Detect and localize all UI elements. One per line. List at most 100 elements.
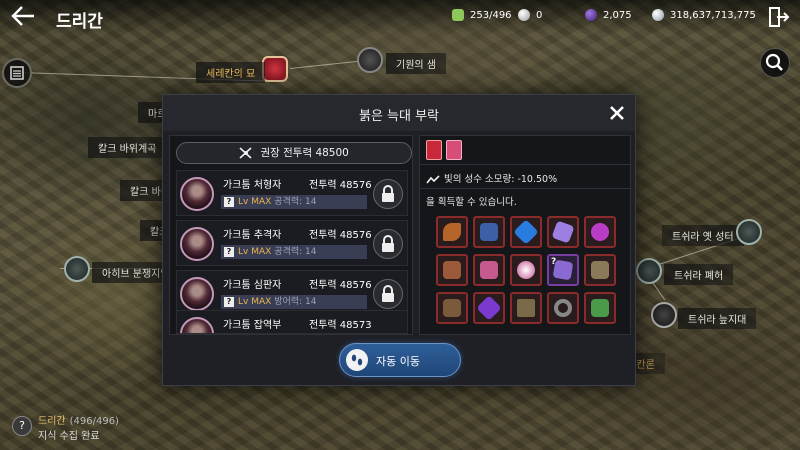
amethyst-icon[interactable] <box>473 292 505 324</box>
boss-stat: ? Lv MAX 방어력: 14 <box>221 295 367 309</box>
divider <box>420 188 630 189</box>
boss-name: 가크툼 추격자 <box>223 230 282 241</box>
lock-icon <box>382 285 394 302</box>
boss-portrait <box>180 227 214 261</box>
auto-move-label: 자동 이동 <box>376 355 420 368</box>
boss-name: 가크툼 심판자 <box>223 280 282 291</box>
boss-power: 전투력 48576 <box>309 180 372 191</box>
black-stone-icon <box>585 9 597 21</box>
crystal-shards-icon[interactable] <box>547 216 579 248</box>
tshira-old-tower-label[interactable]: 트쉬라 옛 성터 <box>662 225 744 246</box>
boss-power: 전투력 48573 <box>309 320 372 331</box>
gift-box-icon[interactable] <box>584 292 616 324</box>
tshira-ruins-label[interactable]: 트쉬라 폐허 <box>664 264 734 285</box>
glowing-orb-icon[interactable] <box>510 254 542 286</box>
search-icon <box>765 53 783 71</box>
lock-button[interactable] <box>373 179 403 209</box>
black-stone-value: 2,075 <box>603 9 632 21</box>
reward-panel: 빛의 성수 소모량: -10.50% 을 획득할 수 있습니다. ? <box>419 135 631 335</box>
reward-grid: ? <box>436 216 620 324</box>
status-count: (496/496) <box>69 416 119 427</box>
exit-door-icon[interactable] <box>768 6 790 28</box>
boss-list-panel[interactable]: 권장 전투력 48500 가크툼 처형자 전투력 48576 ? Lv MAX 공격… <box>169 135 413 335</box>
tshira-old-tower-node[interactable] <box>736 219 762 245</box>
black-stone-counter: 2,075 <box>585 9 632 21</box>
wooden-chest-icon[interactable] <box>436 292 468 324</box>
boss-name: 가크툼 처형자 <box>223 180 282 191</box>
pearl-value: 0 <box>536 9 543 21</box>
status-region: 드리간 (496/496) <box>38 412 119 427</box>
region-info-dialog: 붉은 늑대 부락 권장 전투력 48500 가크툼 처형자 전투력 48576 … <box>162 94 636 386</box>
pink-gem-box-icon[interactable] <box>473 254 505 286</box>
purple-flame-icon[interactable] <box>584 216 616 248</box>
kalk-valley-label[interactable]: 칼크 바위계곡 <box>88 137 167 158</box>
knowledge-value: 253/496 <box>470 9 512 21</box>
boss-row[interactable]: 가크툼 추격자 전투력 48576 ? Lv MAX 공격력: 14 <box>176 220 408 266</box>
arrow-left-icon[interactable] <box>10 4 40 30</box>
region-title: 드리간 <box>56 12 103 32</box>
boss-stat: ? Lv MAX 공격력: 14 <box>221 245 367 259</box>
boss-level: Lv MAX <box>238 297 272 307</box>
pearl-counter: 0 <box>518 9 542 21</box>
wolf-crest-icon <box>446 140 462 160</box>
tshira-swamp-label[interactable]: 트쉬라 늪지대 <box>678 308 757 329</box>
holy-water-icon <box>426 174 440 183</box>
info-icon: ? <box>224 297 234 307</box>
blue-crystal-icon[interactable] <box>510 216 542 248</box>
boss-level: Lv MAX <box>238 247 272 257</box>
map-menu-button[interactable] <box>2 58 32 88</box>
wolf-emblem-icon <box>426 140 442 160</box>
silver-counter: 318,637,713,775 <box>652 9 756 21</box>
horn-icon[interactable] <box>436 216 468 248</box>
rune-stone-icon[interactable] <box>510 292 542 324</box>
boss-stat: ? Lv MAX 공격력: 14 <box>221 195 367 209</box>
treasure-chest-icon[interactable] <box>436 254 468 286</box>
help-icon[interactable]: ? <box>12 416 32 436</box>
serekan-tomb-node[interactable] <box>262 56 288 82</box>
prayer-spring-label[interactable]: 기원의 샘 <box>386 53 446 74</box>
tshira-swamp-node[interactable] <box>651 302 677 328</box>
lock-button[interactable] <box>373 279 403 309</box>
ornate-box-icon[interactable] <box>584 254 616 286</box>
chest-blue-icon[interactable] <box>473 216 505 248</box>
acquire-text: 을 획득할 수 있습니다. <box>426 197 517 208</box>
ahib-outpost-node[interactable] <box>64 256 90 282</box>
ring-icon[interactable] <box>547 292 579 324</box>
knowledge-icon <box>452 9 464 21</box>
boss-portrait <box>180 317 214 333</box>
serekan-tomb-label[interactable]: 세레칸의 묘 <box>196 62 266 83</box>
silver-value: 318,637,713,775 <box>670 9 756 21</box>
mystery-scroll-icon[interactable]: ? <box>547 254 579 286</box>
info-icon: ? <box>224 247 234 257</box>
auto-move-button[interactable]: 자동 이동 <box>339 343 461 377</box>
info-icon: ? <box>224 197 234 207</box>
crossed-swords-icon <box>239 147 252 159</box>
silver-icon <box>652 9 664 21</box>
holy-water-consumption: 빛의 성수 소모량: -10.50% <box>426 171 557 185</box>
boss-level: Lv MAX <box>238 197 272 207</box>
boss-power: 전투력 48576 <box>309 280 372 291</box>
boss-stat-value: 공격력: 14 <box>274 197 317 207</box>
lock-button[interactable] <box>373 229 403 259</box>
dialog-title: 붉은 늑대 부락 <box>358 109 440 124</box>
boss-portrait <box>180 177 214 211</box>
region-status: ? 드리간 (496/496) 지식 수집 완료 <box>10 410 170 442</box>
boss-row[interactable]: 가크툼 잡역부 전투력 48573 <box>176 310 408 334</box>
search-button[interactable] <box>760 48 790 78</box>
lock-icon <box>382 235 394 252</box>
boss-stat-value: 방어력: 14 <box>274 297 317 307</box>
boss-power: 전투력 48576 <box>309 230 372 241</box>
lock-icon <box>382 185 394 202</box>
consume-text: 빛의 성수 소모량: -10.50% <box>444 174 558 185</box>
list-icon <box>10 66 24 80</box>
close-icon[interactable] <box>609 105 625 121</box>
prayer-spring-node[interactable] <box>357 47 383 73</box>
footprints-icon <box>346 349 368 371</box>
top-bar: 드리간 253/496 0 2,075 318,637,713,775 <box>0 0 800 34</box>
dialog-header: 붉은 늑대 부락 <box>163 95 635 131</box>
boss-row[interactable]: 가크툼 처형자 전투력 48576 ? Lv MAX 공격력: 14 <box>176 170 408 216</box>
boss-portrait <box>180 277 214 311</box>
boss-name: 가크툼 잡역부 <box>223 320 282 331</box>
boss-stat-value: 공격력: 14 <box>274 247 317 257</box>
tshira-ruins-node[interactable] <box>636 258 662 284</box>
